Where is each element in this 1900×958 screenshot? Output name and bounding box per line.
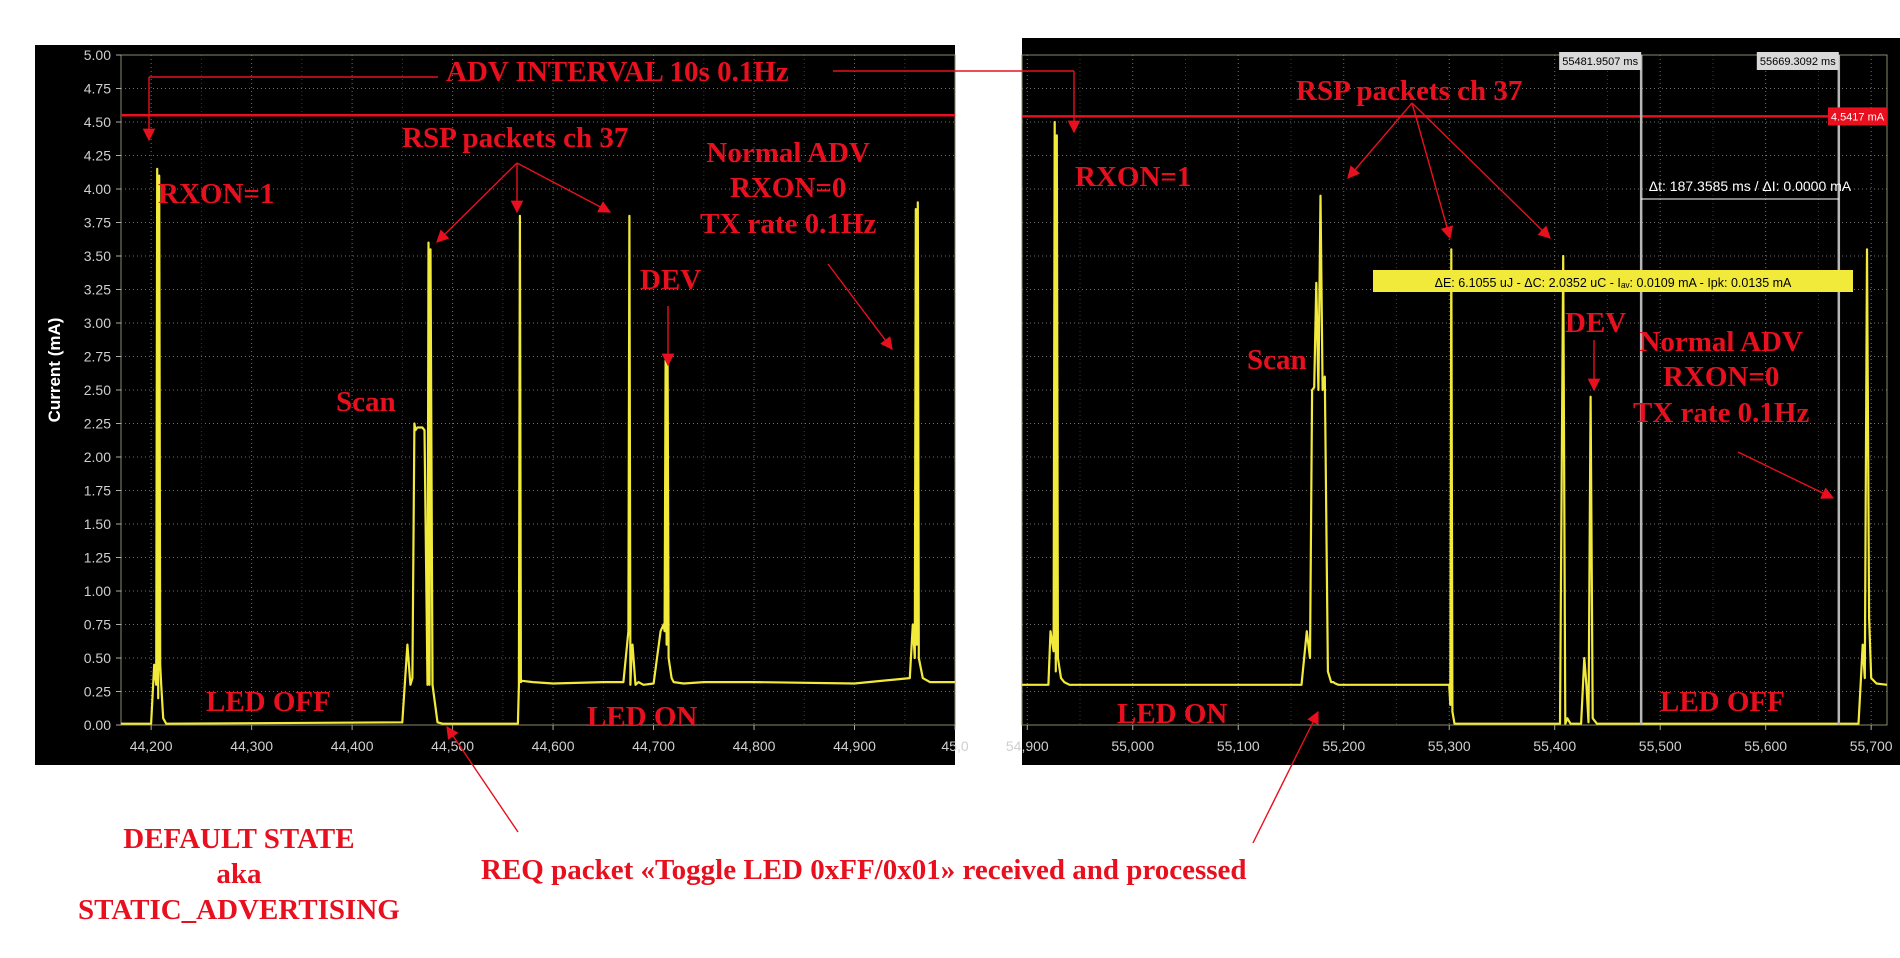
y-tick-label: 0.25 <box>84 684 111 700</box>
x-tick-label: 44,900 <box>833 738 876 754</box>
req-packet-label: REQ packet «Toggle LED 0xFF/0x01» receiv… <box>481 854 1247 886</box>
normal-adv-line3-right: TX rate 0.1Hz <box>1633 396 1810 429</box>
default-state-line1: DEFAULT STATE <box>123 823 355 855</box>
y-tick-label: 1.75 <box>84 483 111 499</box>
y-tick-label: 3.00 <box>84 315 111 331</box>
x-tick-label: 55,000 <box>1111 738 1154 754</box>
scan-label-right: Scan <box>1247 344 1307 376</box>
rsp-label-left: RSP packets ch 37 <box>402 122 629 154</box>
y-tick-label: 5.00 <box>84 47 111 63</box>
y-tick-label: 0.50 <box>84 650 111 666</box>
x-tick-label: 44,500 <box>431 738 474 754</box>
normal-adv-line3: TX rate 0.1Hz <box>700 207 877 240</box>
x-tick-label: 55,500 <box>1639 738 1682 754</box>
x-tick-label: 44,600 <box>532 738 575 754</box>
y-tick-label: 4.00 <box>84 181 111 197</box>
rxon1-label-right: RXON=1 <box>1075 161 1192 193</box>
current-trace <box>121 167 955 725</box>
x-tick-label: 55,600 <box>1744 738 1787 754</box>
y-tick-label: 2.25 <box>84 416 111 432</box>
threshold-label: 4.5417 mA <box>1828 107 1887 126</box>
x-tick-label: 44,200 <box>130 738 173 754</box>
default-state-line3: STATIC_ADVERTISING <box>78 893 400 926</box>
measurement-label: ΔE: 6.1055 uJ - ΔC: 2.0352 uC - Iₐᵥ: 0.0… <box>1373 270 1853 292</box>
y-tick-label: 4.75 <box>84 81 111 97</box>
x-tick-label: 44,700 <box>632 738 675 754</box>
x-tick-label: 44,300 <box>230 738 273 754</box>
rxon1-label-left: RXON=1 <box>158 178 275 210</box>
led-on-label-right: LED ON <box>1117 698 1228 730</box>
rsp-label-right: RSP packets ch 37 <box>1296 75 1523 107</box>
y-tick-label: 4.25 <box>84 148 111 164</box>
cursor2-label-text: 55669.3092 ms <box>1760 56 1836 68</box>
led-on-label-left: LED ON <box>587 701 698 733</box>
x-tick-label: 55,700 <box>1850 738 1893 754</box>
y-tick-label: 2.75 <box>84 349 111 365</box>
led-off-label-right: LED OFF <box>1660 686 1785 718</box>
scan-label-left: Scan <box>336 386 396 418</box>
y-tick-label: 4.50 <box>84 114 111 130</box>
measurement-label-text: ΔE: 6.1055 uJ - ΔC: 2.0352 uC - Iₐᵥ: 0.0… <box>1435 276 1792 290</box>
default-state-label: DEFAULT STATE aka STATIC_ADVERTISING <box>78 822 400 928</box>
normal-adv-line2-right: RXON=0 <box>1662 361 1780 394</box>
led-off-label-left: LED OFF <box>206 686 331 718</box>
x-tick-label: 55,400 <box>1533 738 1576 754</box>
x-tick-label: 55,100 <box>1217 738 1260 754</box>
normal-adv-line1-right: Normal ADV <box>1639 326 1803 358</box>
x-tick-label: 44,400 <box>331 738 374 754</box>
y-tick-label: 0.75 <box>84 617 111 633</box>
normal-adv-label-left: Normal ADV RXON=0 TX rate 0.1Hz <box>700 136 876 242</box>
y-tick-label: 1.00 <box>84 583 111 599</box>
x-tick-label: 44,800 <box>733 738 776 754</box>
normal-adv-line2: RXON=0 <box>729 172 847 205</box>
threshold-label-text: 4.5417 mA <box>1831 111 1885 123</box>
dev-label-right: DEV <box>1565 307 1627 339</box>
y-tick-label: 1.50 <box>84 516 111 532</box>
dev-label-left: DEV <box>640 264 702 296</box>
x-tick-label: 45,0 <box>941 738 968 754</box>
adv-interval-label: ADV INTERVAL 10s 0.1Hz <box>446 56 789 88</box>
x-tick-label: 55,300 <box>1428 738 1471 754</box>
x-tick-label: 55,200 <box>1322 738 1365 754</box>
y-tick-label: 3.50 <box>84 248 111 264</box>
cursor1-label: 55481.9507 ms <box>1559 52 1642 70</box>
y-tick-label: 3.25 <box>84 282 111 298</box>
default-state-line2: aka <box>216 858 262 891</box>
cursor1-label-text: 55481.9507 ms <box>1562 56 1638 68</box>
y-tick-label: 2.00 <box>84 449 111 465</box>
y-tick-label: 2.50 <box>84 382 111 398</box>
y-tick-label: 0.00 <box>84 717 111 733</box>
x-tick-label: 54,900 <box>1006 738 1049 754</box>
delta-label: Δt: 187.3585 ms / ΔI: 0.0000 mA <box>1649 178 1852 194</box>
y-axis-label: Current (mA) <box>45 318 64 423</box>
normal-adv-line1: Normal ADV <box>706 137 870 169</box>
y-tick-label: 3.75 <box>84 215 111 231</box>
cursor2-label: 55669.3092 ms <box>1756 52 1839 70</box>
y-tick-label: 1.25 <box>84 550 111 566</box>
normal-adv-label-right: Normal ADV RXON=0 TX rate 0.1Hz <box>1633 325 1809 431</box>
